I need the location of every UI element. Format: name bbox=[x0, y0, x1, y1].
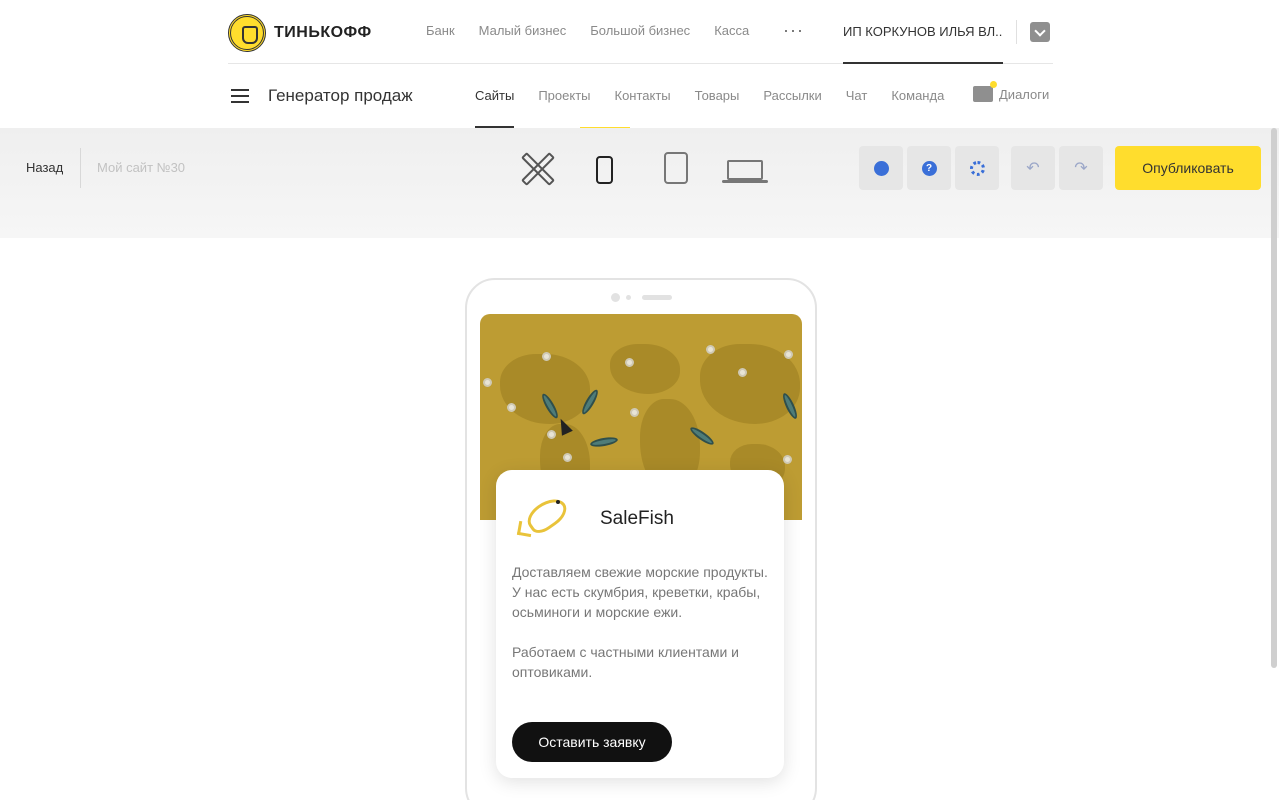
undo-icon: ↶ bbox=[1026, 160, 1040, 177]
app-title: Генератор продаж bbox=[268, 86, 413, 105]
camera-dot bbox=[611, 293, 620, 302]
logo-text: ТИНЬКОФФ bbox=[274, 24, 372, 41]
tab-mailings[interactable]: Рассылки bbox=[763, 64, 821, 128]
fish-logo-icon bbox=[516, 492, 574, 542]
palette-button[interactable] bbox=[859, 146, 903, 190]
tab-sites[interactable]: Сайты bbox=[475, 64, 515, 128]
tools-icon[interactable] bbox=[520, 151, 552, 183]
redo-button[interactable]: ↷ bbox=[1059, 146, 1103, 190]
description-paragraph: Доставляем свежие морские продукты. У на… bbox=[512, 564, 768, 620]
help-button[interactable]: ? bbox=[907, 146, 951, 190]
gear-icon bbox=[969, 160, 985, 176]
nav-link-small-business[interactable]: Малый бизнес bbox=[479, 23, 567, 38]
account-dropdown-icon[interactable] bbox=[1030, 22, 1050, 42]
publish-button[interactable]: Опубликовать bbox=[1115, 146, 1261, 190]
laptop-icon[interactable] bbox=[722, 160, 768, 183]
camera-dot bbox=[626, 295, 631, 300]
nav-link-big-business[interactable]: Большой бизнес bbox=[590, 23, 690, 38]
phone-preview-frame: SaleFish Доставляем свежие морские проду… bbox=[465, 278, 817, 800]
tab-chat[interactable]: Чат bbox=[846, 64, 868, 128]
help-icon: ? bbox=[921, 160, 937, 176]
phone-icon[interactable] bbox=[596, 156, 613, 184]
back-button[interactable]: Назад bbox=[26, 160, 63, 175]
hero-card: SaleFish Доставляем свежие морские проду… bbox=[496, 470, 784, 778]
leave-request-button[interactable]: Оставить заявку bbox=[512, 722, 672, 762]
tab-team[interactable]: Команда bbox=[891, 64, 944, 128]
site-description: Доставляем свежие морские продукты. У на… bbox=[512, 562, 770, 682]
app-navigation: Генератор продаж Сайты Проекты Контакты … bbox=[228, 64, 1053, 129]
chat-bubble-icon bbox=[973, 81, 997, 102]
nav-link-kassa[interactable]: Касса bbox=[714, 23, 749, 38]
site-brand-name: SaleFish bbox=[600, 508, 674, 529]
speaker-grille bbox=[642, 295, 672, 300]
palette-icon bbox=[873, 160, 889, 176]
undo-button[interactable]: ↶ bbox=[1011, 146, 1055, 190]
more-icon[interactable]: ··· bbox=[783, 20, 804, 41]
top-navigation: ТИНЬКОФФ Банк Малый бизнес Большой бизне… bbox=[228, 0, 1053, 64]
scrollbar[interactable] bbox=[1271, 128, 1277, 668]
account-name[interactable]: ИП КОРКУНОВ ИЛЬЯ ВЛ... bbox=[843, 0, 1003, 64]
dialogs-link[interactable]: Диалоги bbox=[973, 81, 1050, 102]
app-tabs: Сайты Проекты Контакты Товары Рассылки Ч… bbox=[475, 64, 944, 128]
redo-icon: ↷ bbox=[1074, 160, 1088, 177]
tab-contacts[interactable]: Контакты bbox=[615, 64, 671, 128]
phone-screen: SaleFish Доставляем свежие морские проду… bbox=[480, 314, 802, 800]
menu-icon[interactable] bbox=[231, 89, 249, 103]
divider bbox=[1016, 20, 1017, 44]
description-paragraph: Работаем с частными клиентами и оптовика… bbox=[512, 644, 739, 680]
dialogs-label: Диалоги bbox=[999, 86, 1050, 102]
editor-toolbar: Назад Мой сайт №30 ? ↶ ↷ Опубликовать bbox=[0, 128, 1279, 238]
site-name[interactable]: Мой сайт №30 bbox=[97, 160, 185, 175]
nav-link-bank[interactable]: Банк bbox=[426, 23, 455, 38]
top-nav-links: Банк Малый бизнес Большой бизнес Касса bbox=[426, 23, 749, 38]
divider bbox=[80, 148, 81, 188]
tablet-icon[interactable] bbox=[664, 152, 688, 184]
settings-button[interactable] bbox=[955, 146, 999, 190]
tab-products[interactable]: Товары bbox=[695, 64, 740, 128]
tab-projects[interactable]: Проекты bbox=[538, 64, 590, 128]
logo[interactable]: ТИНЬКОФФ bbox=[228, 14, 372, 52]
logo-emblem-icon bbox=[228, 14, 266, 52]
